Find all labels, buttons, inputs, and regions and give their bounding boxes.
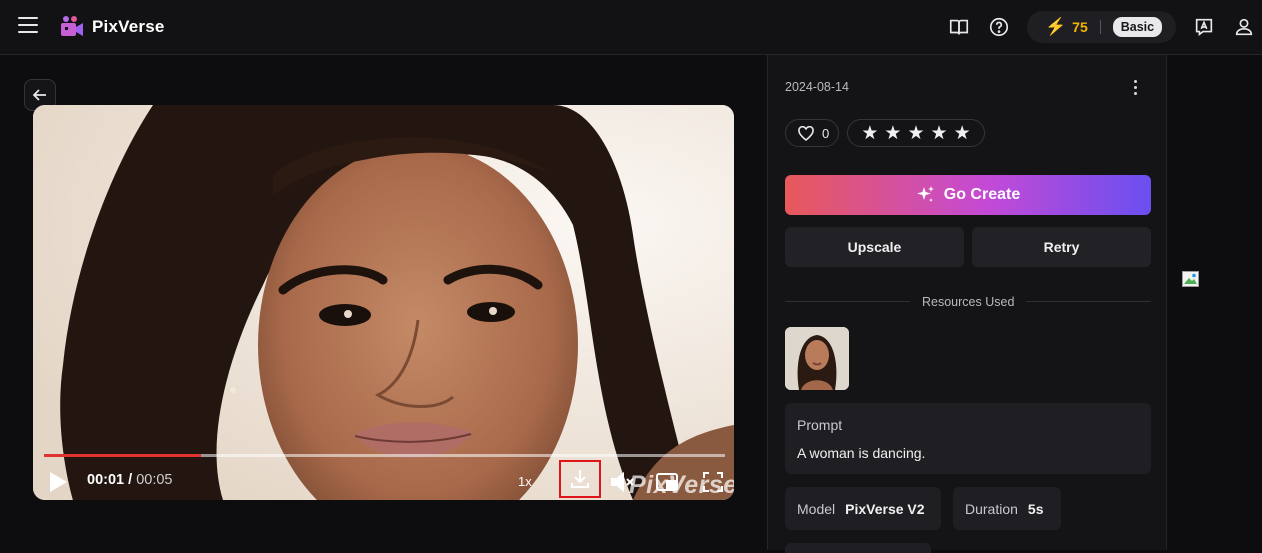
time-display: 00:01 / 00:05 [87,472,172,488]
app-logo[interactable]: PixVerse [60,15,165,39]
pixverse-logo-icon [61,16,83,36]
creation-date: 2024-08-14 [785,80,849,94]
star-icon[interactable]: ★ [884,124,901,143]
details-panel: 2024-08-14 0 ★ ★ ★ ★ ★ Go Create Upscale… [767,55,1167,553]
bolt-icon: ⚡ [1045,17,1067,36]
sparkle-icon [916,186,934,202]
duration-value: 5s [1027,500,1044,517]
resources-used-heading: Resources Used [910,295,1027,309]
portrait-thumbnail-image [785,327,849,390]
model-key: Model [797,500,836,517]
video-controls: 00:01 / 00:05 1x PixVerse [33,460,734,500]
download-icon [571,470,589,488]
like-count: 0 [822,125,830,141]
time-separator: / [128,472,133,488]
video-frame [33,105,734,500]
resource-thumbnail[interactable] [785,327,849,390]
help-icon[interactable] [988,16,1010,38]
app-name: PixVerse [92,17,165,36]
broken-image-icon [1182,271,1199,287]
duration-chip: Duration 5s [953,487,1061,530]
play-icon[interactable] [48,471,68,493]
partial-chip [785,543,931,553]
prompt-title: Prompt [797,417,843,433]
more-options-icon[interactable] [1125,77,1145,97]
model-chip: Model PixVerse V2 [785,487,941,530]
like-button[interactable]: 0 [785,119,839,147]
star-icon[interactable]: ★ [861,124,878,143]
feedback-icon[interactable] [1193,16,1215,38]
video-player[interactable]: 00:01 / 00:05 1x PixVerse [33,105,734,500]
current-time: 00:01 [87,472,125,488]
video-progress-fill [44,454,201,457]
playback-speed-button[interactable]: 1x [518,474,532,489]
star-icon[interactable]: ★ [907,124,924,143]
arrow-left-icon [32,89,46,101]
prompt-card: Prompt A woman is dancing. [785,403,1151,474]
upscale-button[interactable]: Upscale [785,227,964,267]
go-create-label: Go Create [943,186,1021,203]
credits-pill[interactable]: ⚡ 75 Basic [1027,11,1176,43]
star-icon[interactable]: ★ [954,124,971,143]
total-time: 00:05 [136,472,173,488]
duration-key: Duration [965,500,1018,517]
star-icon[interactable]: ★ [931,124,948,143]
rating-stars: ★ ★ ★ ★ ★ [847,119,985,147]
picture-in-picture-icon[interactable] [654,469,680,495]
user-icon[interactable] [1233,16,1255,38]
retry-button[interactable]: Retry [972,227,1151,267]
heart-icon [798,125,814,141]
menu-icon[interactable] [18,17,38,37]
credits-divider [1099,20,1101,34]
top-bar: PixVerse ⚡ 75 Basic [0,0,1262,55]
video-progress-bar[interactable] [44,454,725,457]
plan-badge[interactable]: Basic [1112,17,1163,37]
model-value: PixVerse V2 [845,500,925,517]
credits-count: 75 [1072,19,1088,35]
book-icon[interactable] [948,16,970,38]
fullscreen-icon[interactable] [700,469,726,495]
download-button[interactable] [559,460,601,498]
prompt-text[interactable]: A woman is dancing. [797,445,925,461]
go-create-button[interactable]: Go Create [785,175,1151,215]
